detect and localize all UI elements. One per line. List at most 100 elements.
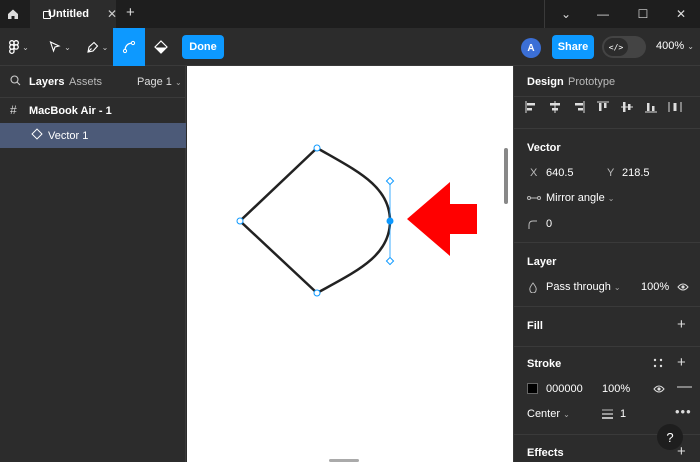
align-right-icon[interactable] bbox=[572, 100, 586, 114]
bezier-handle[interactable] bbox=[385, 256, 395, 266]
paint-bucket-icon bbox=[154, 40, 168, 54]
section-title-fill: Fill bbox=[527, 320, 543, 332]
distribute-icon[interactable] bbox=[668, 100, 682, 114]
zoom-dropdown[interactable]: 400% ⌄ bbox=[656, 40, 694, 52]
done-button[interactable]: Done bbox=[182, 35, 224, 59]
divider bbox=[514, 242, 700, 243]
stroke-opacity-input[interactable]: 100% bbox=[602, 383, 630, 395]
eye-icon[interactable] bbox=[677, 282, 689, 292]
vector-shape[interactable] bbox=[187, 66, 513, 462]
tab-layers[interactable]: Layers bbox=[29, 76, 64, 88]
mirror-icon bbox=[527, 196, 541, 200]
chevron-down-icon[interactable]: ⌄ bbox=[551, 0, 581, 28]
stroke-weight-icon bbox=[602, 409, 613, 419]
corner-radius-input[interactable]: 0 bbox=[546, 218, 552, 230]
tab-untitled[interactable]: Untitled ✕ bbox=[30, 0, 117, 28]
home-button[interactable] bbox=[0, 0, 26, 28]
title-bar: Untitled ✕ + ⌄ — ☐ ✕ bbox=[0, 0, 700, 28]
toolbar: ⌄ ⌄ ⌄ Done A Share </> 400% ⌄ bbox=[0, 28, 700, 66]
minimize-button[interactable]: — bbox=[588, 0, 618, 28]
bezier-handle[interactable] bbox=[385, 176, 395, 186]
main-menu-button[interactable]: ⌄ bbox=[4, 28, 34, 66]
add-stroke-button[interactable]: + bbox=[677, 354, 686, 371]
chevron-down-icon: ⌄ bbox=[174, 78, 182, 87]
tab-assets[interactable]: Assets bbox=[69, 76, 102, 88]
paint-bucket-tool[interactable] bbox=[146, 28, 176, 66]
anchor-point[interactable] bbox=[236, 217, 244, 225]
align-left-icon[interactable] bbox=[524, 100, 538, 114]
stroke-position-label: Center bbox=[527, 408, 561, 420]
chevron-down-icon: ⌄ bbox=[613, 283, 621, 292]
chevron-down-icon: ⌄ bbox=[563, 410, 570, 419]
dev-mode-toggle[interactable]: </> bbox=[602, 36, 646, 58]
chevron-down-icon: ⌄ bbox=[64, 42, 71, 52]
add-fill-button[interactable]: + bbox=[677, 316, 686, 333]
divider bbox=[514, 306, 700, 307]
search-icon[interactable] bbox=[10, 75, 21, 86]
eye-icon[interactable] bbox=[653, 384, 665, 394]
divider bbox=[514, 346, 700, 347]
new-tab-button[interactable]: + bbox=[126, 4, 135, 21]
divider bbox=[514, 128, 700, 129]
align-top-icon[interactable] bbox=[596, 100, 610, 114]
canvas[interactable] bbox=[187, 66, 513, 462]
y-input[interactable]: 218.5 bbox=[622, 167, 650, 179]
stroke-position-dropdown[interactable]: Center ⌄ bbox=[527, 408, 570, 420]
bend-tool[interactable] bbox=[113, 28, 145, 66]
tab-close-icon[interactable]: ✕ bbox=[107, 7, 117, 21]
avatar[interactable]: A bbox=[521, 38, 541, 58]
remove-stroke-button[interactable]: — bbox=[677, 378, 692, 395]
stroke-color-swatch[interactable] bbox=[527, 383, 538, 394]
vector-path[interactable] bbox=[238, 146, 392, 295]
divider bbox=[514, 96, 700, 97]
move-tool[interactable]: ⌄ bbox=[46, 28, 74, 66]
bend-curve-icon bbox=[122, 40, 136, 54]
cursor-icon bbox=[49, 41, 61, 53]
x-input[interactable]: 640.5 bbox=[546, 167, 574, 179]
stroke-styles-icon[interactable] bbox=[653, 358, 663, 368]
layer-label: MacBook Air - 1 bbox=[29, 105, 112, 117]
vector-icon bbox=[31, 128, 43, 140]
maximize-button[interactable]: ☐ bbox=[628, 0, 658, 28]
anchor-point[interactable] bbox=[313, 289, 321, 297]
alignment-toolbar bbox=[524, 100, 682, 120]
align-vertical-center-icon[interactable] bbox=[620, 100, 634, 114]
section-title-layer: Layer bbox=[527, 256, 557, 268]
tab-title: Untitled bbox=[48, 8, 89, 20]
mirror-dropdown[interactable]: Mirror angle ⌄ bbox=[546, 192, 614, 204]
anchor-point[interactable] bbox=[313, 144, 321, 152]
layer-opacity-input[interactable]: 100% bbox=[641, 281, 669, 293]
chevron-down-icon: ⌄ bbox=[22, 42, 29, 52]
zoom-level: 400% bbox=[656, 40, 685, 52]
help-button[interactable]: ? bbox=[657, 424, 683, 450]
home-icon bbox=[8, 9, 18, 19]
share-button[interactable]: Share bbox=[552, 35, 594, 59]
blend-mode-label: Pass through bbox=[546, 281, 611, 293]
page-selector[interactable]: Page 1 ⌄ bbox=[137, 76, 182, 88]
blend-mode-dropdown[interactable]: Pass through ⌄ bbox=[546, 281, 621, 293]
panel-tabs: Layers Assets Page 1 ⌄ bbox=[0, 66, 186, 98]
code-icon: </> bbox=[604, 38, 628, 56]
page-label: Page 1 bbox=[137, 76, 172, 88]
align-horizontal-center-icon[interactable] bbox=[548, 100, 562, 114]
layer-item-vector[interactable]: Vector 1 bbox=[0, 123, 186, 148]
layers-panel: Layers Assets Page 1 ⌄ # MacBook Air - 1… bbox=[0, 66, 186, 462]
stroke-weight-input[interactable]: 1 bbox=[620, 408, 626, 420]
tab-prototype[interactable]: Prototype bbox=[568, 76, 615, 88]
stroke-color-input[interactable]: 000000 bbox=[546, 383, 583, 395]
vertical-scrollbar[interactable] bbox=[504, 148, 508, 204]
section-title-vector: Vector bbox=[527, 142, 561, 154]
figma-logo-icon bbox=[9, 40, 20, 54]
divider bbox=[544, 0, 545, 28]
pen-icon bbox=[86, 41, 98, 53]
tab-design[interactable]: Design bbox=[527, 76, 564, 88]
layer-item-frame[interactable]: # MacBook Air - 1 bbox=[0, 99, 186, 123]
y-label: Y bbox=[607, 167, 615, 179]
selected-anchor-point[interactable] bbox=[386, 217, 394, 225]
properties-panel: Design Prototype Vector X 640.5 Y 218.5 … bbox=[513, 66, 700, 462]
close-window-button[interactable]: ✕ bbox=[666, 0, 696, 28]
more-options-icon[interactable]: ••• bbox=[675, 404, 692, 419]
layer-label: Vector 1 bbox=[48, 130, 89, 142]
pen-tool[interactable]: ⌄ bbox=[82, 28, 112, 66]
align-bottom-icon[interactable] bbox=[644, 100, 658, 114]
